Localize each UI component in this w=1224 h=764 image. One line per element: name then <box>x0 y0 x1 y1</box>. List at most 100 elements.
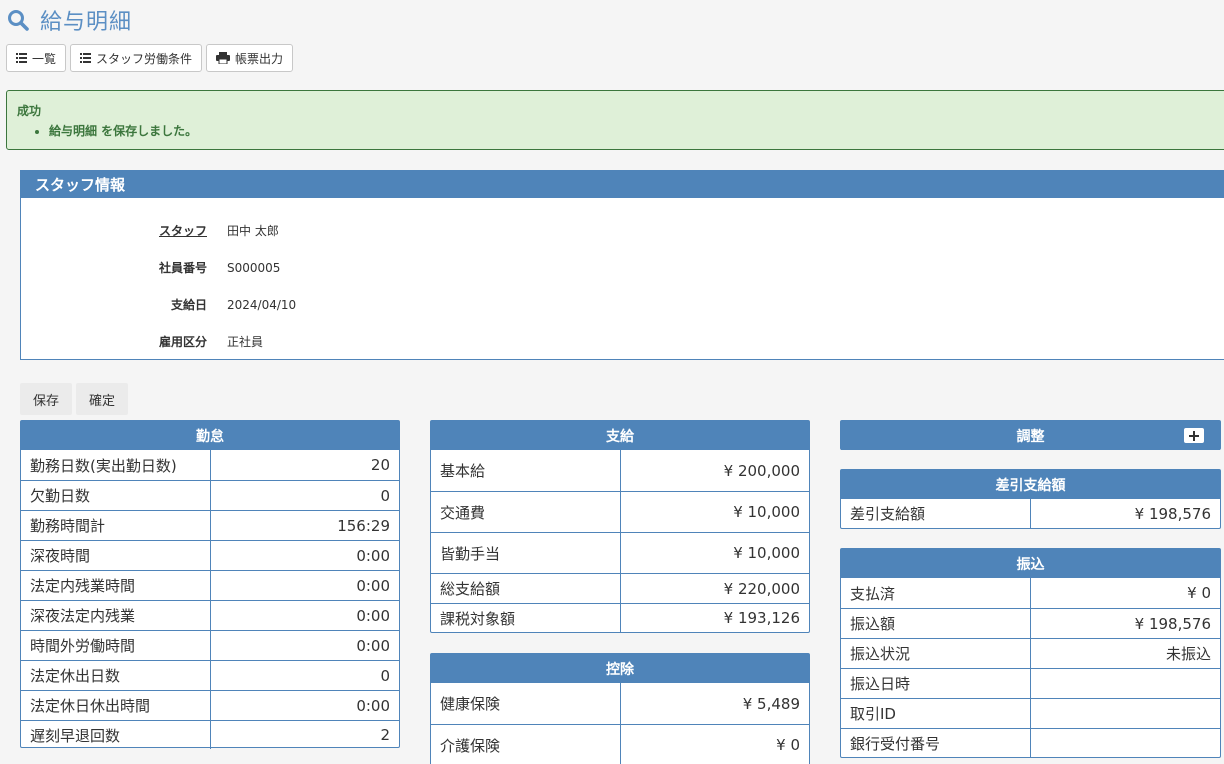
row-value: 0:00 <box>356 546 390 565</box>
employment-type-label: 雇用区分 <box>158 335 207 349</box>
payment-heading: 支給 <box>431 421 809 450</box>
adjustment-panel: 調整 <box>840 420 1221 450</box>
row-label: 皆勤手当 <box>431 533 621 573</box>
employee-number-row: 社員番号 S000005 <box>21 249 1224 286</box>
attendance-panel: 勤怠 勤務日数(実出勤日数) 20 欠勤日数 0 勤務時間計 156:29 深夜時間 0… <box>20 420 400 749</box>
toolbar: 一覧 スタッフ労働条件 帳票出力 <box>6 44 294 72</box>
row-label: 時間外労働時間 <box>21 631 211 660</box>
row-value: 2 <box>380 726 390 744</box>
table-row: 振込日時 <box>841 668 1220 698</box>
pay-date-row: 支給日 2024/04/10 <box>21 286 1224 323</box>
plus-icon <box>1189 430 1199 441</box>
table-row: 欠勤日数 0 <box>21 480 399 510</box>
payment-panel: 支給 基本給 ¥ 200,000 交通費 ¥ 10,000 皆勤手当 ¥ 10,000… <box>430 420 810 633</box>
row-value <box>1031 729 1220 757</box>
table-row: 取引ID <box>841 698 1220 728</box>
payment-table: 基本給 ¥ 200,000 交通費 ¥ 10,000 皆勤手当 ¥ 10,000 総支… <box>431 450 809 632</box>
employment-type-value: 正社員 <box>227 335 264 349</box>
print-button-label: 帳票出力 <box>235 51 284 66</box>
row-label: 介護保険 <box>431 725 621 764</box>
table-row: 法定休日休出時間 0:00 <box>21 690 399 720</box>
table-row: 総支給額 ¥ 220,000 <box>431 573 809 603</box>
row-label: 支払済 <box>841 578 1031 608</box>
employee-number-value: S000005 <box>227 260 281 275</box>
net-pay-panel: 差引支給額 差引支給額 ¥ 198,576 <box>840 469 1221 529</box>
printer-icon <box>216 52 231 64</box>
table-row: 交通費 ¥ 10,000 <box>431 491 809 532</box>
net-pay-heading: 差引支給額 <box>841 470 1220 499</box>
row-label: 法定休出日数 <box>21 661 211 690</box>
table-row: 振込額 ¥ 198,576 <box>841 608 1220 638</box>
row-label: 課税対象額 <box>431 604 621 632</box>
row-value <box>1031 669 1220 698</box>
table-row: 勤務日数(実出勤日数) 20 <box>21 450 399 480</box>
deduction-heading: 控除 <box>431 654 809 683</box>
list-icon <box>16 53 27 63</box>
confirm-button[interactable]: 確定 <box>76 383 129 415</box>
row-value: ¥ 198,576 <box>1134 504 1211 523</box>
list-icon <box>80 53 92 63</box>
transfer-panel: 振込 支払済 ¥ 0 振込額 ¥ 198,576 振込状況 未振込 振込日時 取引ID… <box>840 548 1221 758</box>
table-row: 健康保険 ¥ 5,489 <box>431 683 809 724</box>
staff-link[interactable]: スタッフ <box>21 222 207 239</box>
deduction-panel: 控除 健康保険 ¥ 5,489 介護保険 ¥ 0 <box>430 653 810 764</box>
row-value: ¥ 10,000 <box>733 503 800 521</box>
list-button[interactable]: 一覧 <box>6 44 67 72</box>
save-button[interactable]: 保存 <box>20 383 73 415</box>
net-pay-table: 差引支給額 ¥ 198,576 <box>841 499 1220 528</box>
row-value: 0 <box>380 666 390 685</box>
table-row: 勤務時間計 156:29 <box>21 510 399 540</box>
staff-conditions-button-label: スタッフ労働条件 <box>96 51 193 66</box>
adjustment-heading-bar: 調整 <box>841 421 1220 450</box>
row-label: 健康保険 <box>431 683 621 724</box>
row-label: 振込日時 <box>841 669 1031 698</box>
row-label: 勤務時間計 <box>21 511 211 540</box>
staff-name-value: 田中 太郎 <box>227 224 279 238</box>
alert-message: 給与明細 を保存しました。 <box>49 122 1224 139</box>
transfer-table: 支払済 ¥ 0 振込額 ¥ 198,576 振込状況 未振込 振込日時 取引ID 銀行… <box>841 578 1220 757</box>
action-buttons: 保存 確定 <box>20 383 129 415</box>
adjustment-heading: 調整 <box>1016 428 1045 445</box>
deduction-table: 健康保険 ¥ 5,489 介護保険 ¥ 0 <box>431 683 809 764</box>
row-label: 総支給額 <box>431 574 621 603</box>
table-row: 課税対象額 ¥ 193,126 <box>431 603 809 632</box>
row-value: 20 <box>370 456 390 474</box>
row-value: 0:00 <box>356 606 390 625</box>
table-row: 差引支給額 ¥ 198,576 <box>841 499 1220 528</box>
table-row: 遅刻早退回数 2 <box>21 720 399 749</box>
row-label: 取引ID <box>841 699 1031 728</box>
page-header: 給与明細 <box>6 4 132 36</box>
staff-row: スタッフ 田中 太郎 <box>21 212 1224 249</box>
list-button-label: 一覧 <box>32 51 57 66</box>
alert-title: 成功 <box>17 104 42 118</box>
row-value: 0:00 <box>356 696 390 715</box>
row-value: ¥ 193,126 <box>723 609 800 627</box>
row-label: 遅刻早退回数 <box>21 721 211 749</box>
table-row: 銀行受付番号 <box>841 728 1220 757</box>
search-icon <box>8 10 29 31</box>
print-button[interactable]: 帳票出力 <box>206 44 294 72</box>
row-value: ¥ 5,489 <box>742 694 800 713</box>
add-adjustment-button[interactable] <box>1184 428 1204 443</box>
table-row: 基本給 ¥ 200,000 <box>431 450 809 491</box>
alert-list: 給与明細 を保存しました。 <box>49 122 1224 139</box>
table-row: 深夜法定内残業 0:00 <box>21 600 399 630</box>
table-row: 法定内残業時間 0:00 <box>21 570 399 600</box>
row-value: 0:00 <box>356 636 390 655</box>
table-row: 深夜時間 0:00 <box>21 540 399 570</box>
row-label: 基本給 <box>431 450 621 491</box>
row-label: 銀行受付番号 <box>841 729 1031 757</box>
row-label: 振込状況 <box>841 639 1031 668</box>
row-label: 法定休日休出時間 <box>21 691 211 720</box>
row-label: 深夜時間 <box>21 541 211 570</box>
pay-date-value: 2024/04/10 <box>227 297 297 312</box>
row-value <box>1031 699 1220 728</box>
row-label: 振込額 <box>841 609 1031 638</box>
row-label: 法定内残業時間 <box>21 571 211 600</box>
transfer-heading: 振込 <box>841 549 1220 578</box>
row-value: 未振込 <box>1165 645 1211 663</box>
staff-conditions-button[interactable]: スタッフ労働条件 <box>70 44 203 72</box>
employee-number-label: 社員番号 <box>158 261 207 275</box>
table-row: 時間外労働時間 0:00 <box>21 630 399 660</box>
table-row: 皆勤手当 ¥ 10,000 <box>431 532 809 573</box>
